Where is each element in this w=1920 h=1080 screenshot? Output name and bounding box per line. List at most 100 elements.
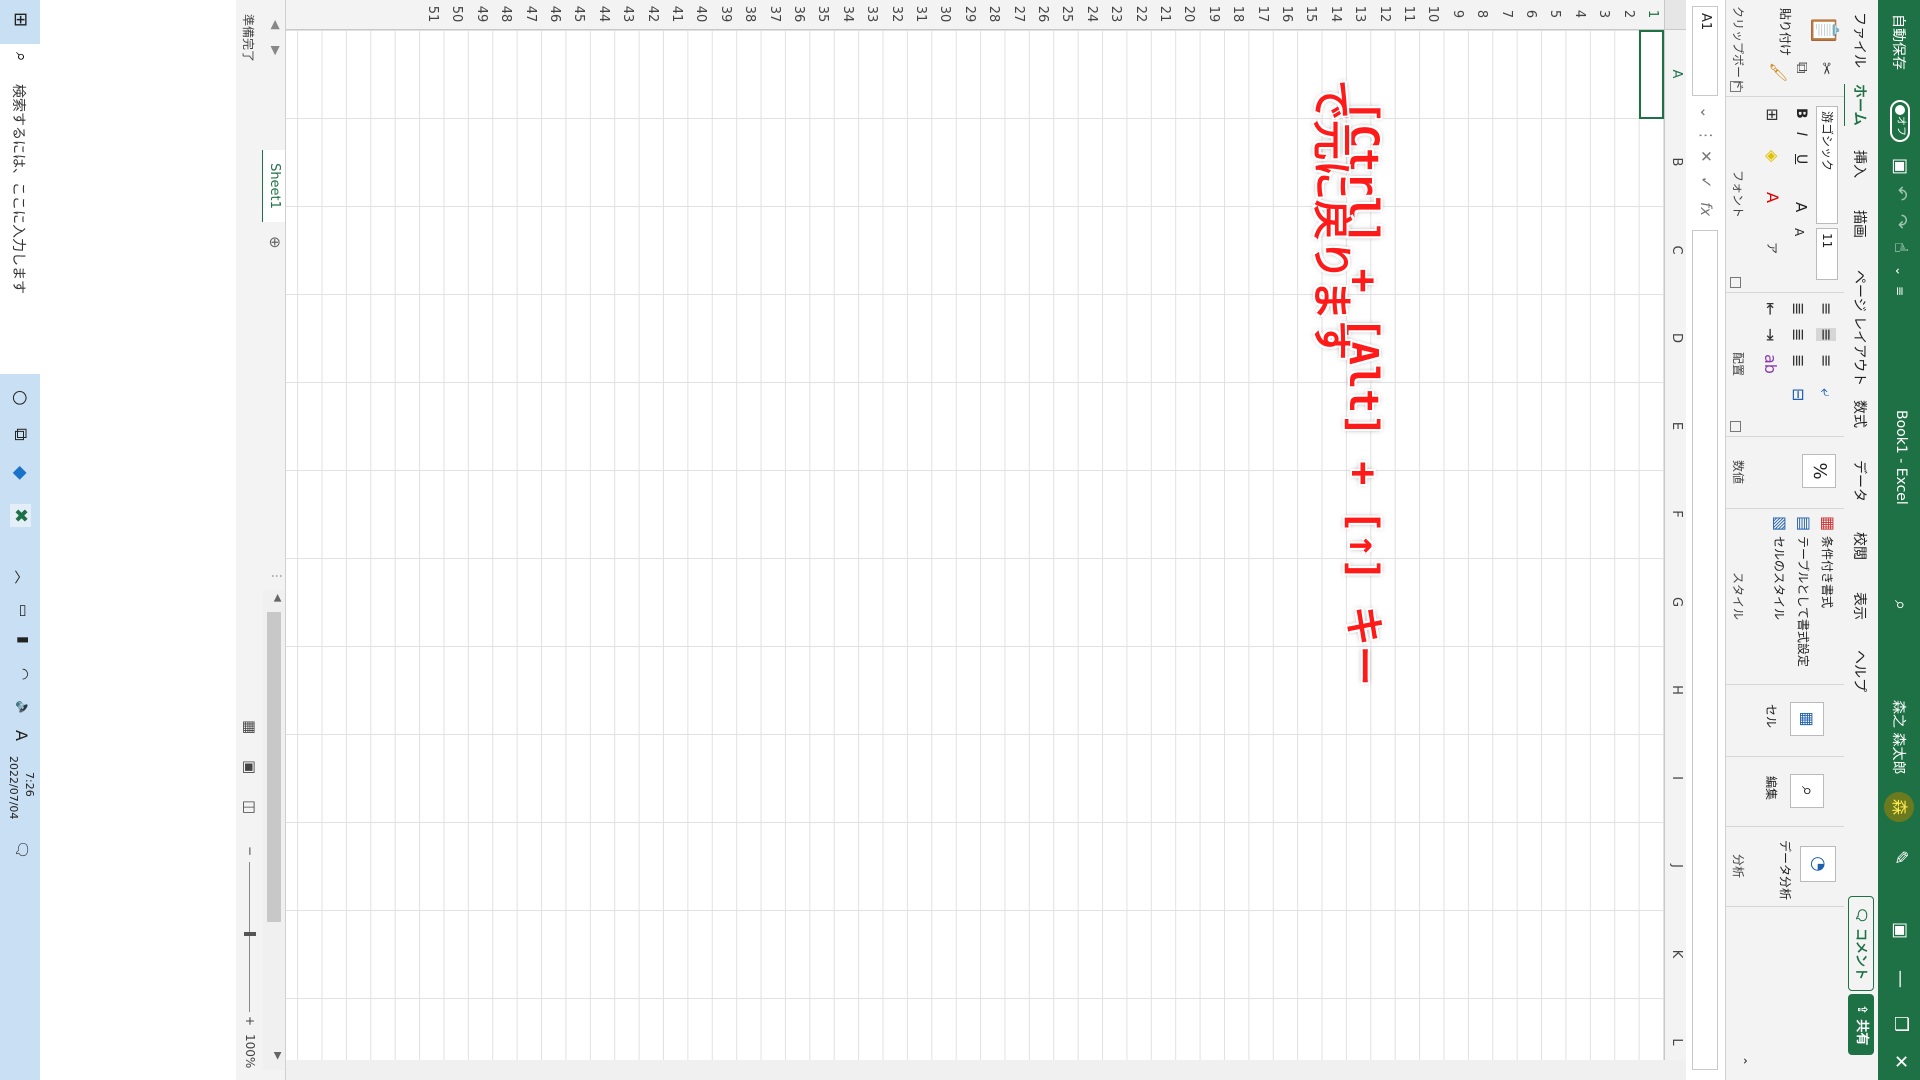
name-box[interactable]: A1 — [1692, 6, 1718, 96]
row-header-46[interactable]: 46 — [547, 0, 562, 28]
cell-grid[interactable] — [286, 30, 1664, 1060]
conditional-format-button[interactable]: 条件付き書式 — [1818, 536, 1836, 608]
cell-styles-button[interactable]: セルのスタイル — [1770, 536, 1788, 620]
row-header-23[interactable]: 23 — [1108, 0, 1123, 28]
underline-button[interactable]: U — [1792, 154, 1810, 164]
fill-color-icon[interactable]: ◈ — [1762, 150, 1782, 162]
font-size-dropdown[interactable]: 11 — [1816, 228, 1838, 280]
cancel-icon[interactable]: ✕ — [1697, 150, 1715, 163]
column-header-k[interactable]: K — [1669, 910, 1684, 998]
zoom-level[interactable]: 100% — [243, 1034, 257, 1068]
column-header-h[interactable]: H — [1669, 646, 1684, 734]
collapse-ribbon-icon[interactable]: ⌃ — [1732, 1056, 1752, 1066]
row-header-41[interactable]: 41 — [669, 0, 684, 28]
vertical-scrollbar[interactable] — [286, 1060, 1686, 1080]
name-box-chevron-icon[interactable]: ⌄ — [1697, 106, 1715, 119]
excel-taskbar-icon[interactable]: ✖ — [10, 504, 31, 528]
row-header-29[interactable]: 29 — [962, 0, 977, 28]
row-header-35[interactable]: 35 — [815, 0, 830, 28]
row-header-37[interactable]: 37 — [767, 0, 782, 28]
align-top-icon[interactable]: ≡ — [1816, 302, 1836, 315]
row-header-36[interactable]: 36 — [791, 0, 806, 28]
editing-button[interactable]: 編集 — [1762, 776, 1780, 800]
enter-icon[interactable]: ✓ — [1697, 176, 1715, 189]
tab-data[interactable]: データ — [1850, 460, 1870, 502]
row-header-48[interactable]: 48 — [498, 0, 513, 28]
share-button[interactable]: ⇪ 共有 — [1848, 994, 1874, 1056]
tab-insert[interactable]: 挿入 — [1850, 150, 1870, 178]
scroll-thumb[interactable] — [267, 612, 281, 922]
row-header-11[interactable]: 11 — [1401, 0, 1416, 28]
row-header-5[interactable]: 5 — [1547, 0, 1562, 28]
font-launcher-icon[interactable] — [1730, 277, 1741, 288]
column-header-b[interactable]: B — [1669, 118, 1684, 206]
merge-center-icon[interactable]: ⊟ — [1788, 388, 1808, 401]
row-header-43[interactable]: 43 — [620, 0, 635, 28]
tab-formulas[interactable]: 数式 — [1850, 400, 1870, 428]
battery-icon[interactable]: ▮ — [15, 636, 31, 644]
tab-review[interactable]: 校閲 — [1850, 532, 1870, 560]
undo-icon[interactable]: ↶ — [1888, 186, 1912, 201]
copy-icon[interactable]: ⧉ — [1792, 62, 1812, 73]
ime-icon[interactable]: A — [12, 730, 31, 741]
more-icon[interactable]: ⋮ — [1697, 128, 1715, 143]
format-as-table-icon[interactable]: ▤ — [1794, 516, 1814, 531]
tab-file[interactable]: ファイル — [1850, 12, 1870, 68]
row-header-15[interactable]: 15 — [1303, 0, 1318, 28]
pen-icon[interactable]: ✎ — [1888, 850, 1912, 865]
row-header-12[interactable]: 12 — [1377, 0, 1392, 28]
row-header-50[interactable]: 50 — [449, 0, 464, 28]
volume-icon[interactable]: 🔈 — [15, 700, 31, 717]
align-middle-icon[interactable]: ≡ — [1816, 328, 1836, 342]
tab-draw[interactable]: 描画 — [1850, 210, 1870, 238]
decrease-indent-icon[interactable]: ⇤ — [1760, 302, 1780, 315]
column-header-e[interactable]: E — [1669, 382, 1684, 470]
tray-chevron-icon[interactable]: ︿ — [11, 570, 31, 584]
format-painter-icon[interactable]: 🖌 — [1768, 62, 1788, 82]
row-header-18[interactable]: 18 — [1230, 0, 1245, 28]
zoom-in-icon[interactable]: + — [243, 1016, 257, 1026]
touch-mode-icon[interactable]: ☝ — [1888, 242, 1912, 253]
column-header-i[interactable]: I — [1669, 734, 1684, 822]
avatar[interactable]: 森 — [1884, 792, 1914, 822]
row-header-26[interactable]: 26 — [1035, 0, 1050, 28]
column-header-c[interactable]: C — [1669, 206, 1684, 294]
font-color-icon[interactable]: A — [1762, 192, 1782, 203]
sheet-tab-sheet1[interactable]: Sheet1 — [261, 150, 285, 222]
row-header-7[interactable]: 7 — [1499, 0, 1514, 28]
conditional-format-icon[interactable]: ▦ — [1818, 516, 1838, 531]
row-header-24[interactable]: 24 — [1084, 0, 1099, 28]
row-header-4[interactable]: 4 — [1572, 0, 1587, 28]
ribbon-display-icon[interactable]: ▣ — [1888, 922, 1912, 939]
row-header-47[interactable]: 47 — [523, 0, 538, 28]
redo-icon[interactable]: ↷ — [1888, 214, 1912, 229]
customize-qat-icon[interactable]: ≡ — [1888, 286, 1912, 296]
row-header-13[interactable]: 13 — [1352, 0, 1367, 28]
column-header-g[interactable]: G — [1669, 558, 1684, 646]
row-header-20[interactable]: 20 — [1181, 0, 1196, 28]
format-as-table-button[interactable]: テーブルとして書式設定 — [1794, 536, 1812, 667]
increase-indent-icon[interactable]: ⇥ — [1760, 328, 1780, 341]
row-header-45[interactable]: 45 — [571, 0, 586, 28]
row-header-31[interactable]: 31 — [913, 0, 928, 28]
select-all-corner[interactable] — [1664, 0, 1686, 30]
selected-cell[interactable] — [1639, 30, 1664, 119]
row-header-38[interactable]: 38 — [742, 0, 757, 28]
tab-home[interactable]: ホーム — [1850, 84, 1870, 126]
font-name-dropdown[interactable]: 游ゴシック — [1816, 106, 1838, 224]
horizontal-scrollbar[interactable]: ◀ ▶ — [263, 590, 285, 1070]
row-header-39[interactable]: 39 — [718, 0, 733, 28]
restore-icon[interactable]: ❐ — [1888, 1016, 1912, 1032]
splitter-icon[interactable]: ⋮ — [270, 570, 284, 582]
clipboard-launcher-icon[interactable] — [1730, 81, 1741, 92]
cell-styles-icon[interactable]: ▧ — [1770, 516, 1790, 531]
zoom-slider-thumb[interactable] — [244, 932, 256, 936]
find-icon[interactable]: ⌕ — [1790, 774, 1824, 808]
task-view-icon[interactable]: ⧉ — [10, 428, 31, 441]
row-header-21[interactable]: 21 — [1157, 0, 1172, 28]
wifi-icon[interactable]: ◠ — [15, 668, 31, 680]
paste-icon[interactable]: 📋 — [1809, 14, 1839, 46]
row-header-14[interactable]: 14 — [1328, 0, 1343, 28]
tab-help[interactable]: ヘルプ — [1850, 650, 1870, 692]
app-icon[interactable]: ◆ — [10, 466, 31, 480]
